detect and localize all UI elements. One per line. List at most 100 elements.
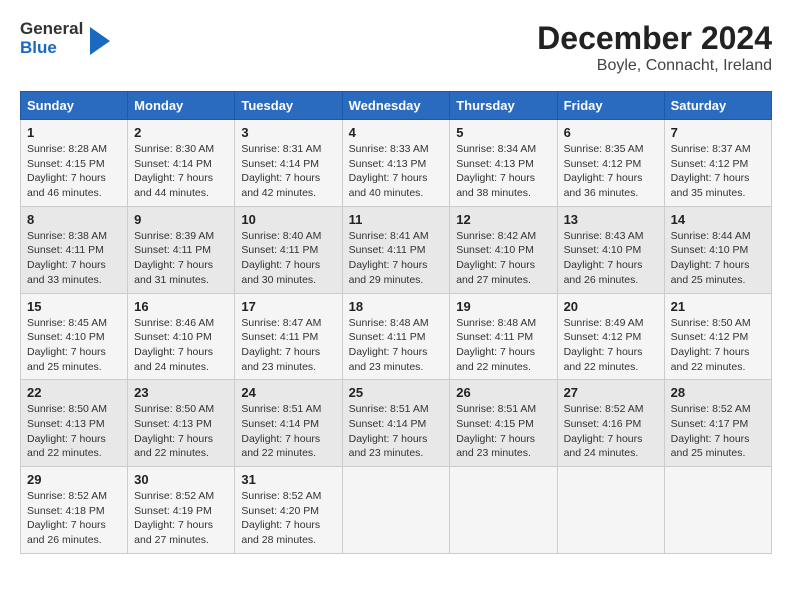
calendar-cell: 17 Sunrise: 8:47 AM Sunset: 4:11 PM Dayl… xyxy=(235,293,342,380)
day-number: 23 xyxy=(134,385,228,400)
day-number: 12 xyxy=(456,212,550,227)
day-number: 2 xyxy=(134,125,228,140)
daylight-minutes: and 26 minutes. xyxy=(564,274,639,286)
day-number: 16 xyxy=(134,299,228,314)
day-number: 13 xyxy=(564,212,658,227)
daylight-minutes: and 30 minutes. xyxy=(241,274,316,286)
logo-blue: Blue xyxy=(20,39,83,58)
sunset-time: Sunset: 4:11 PM xyxy=(241,331,318,343)
daylight-minutes: and 29 minutes. xyxy=(349,274,424,286)
day-number: 9 xyxy=(134,212,228,227)
day-number: 7 xyxy=(671,125,765,140)
calendar-cell: 22 Sunrise: 8:50 AM Sunset: 4:13 PM Dayl… xyxy=(21,380,128,467)
logo: General Blue xyxy=(20,20,110,57)
calendar-row: 29 Sunrise: 8:52 AM Sunset: 4:18 PM Dayl… xyxy=(21,467,772,554)
calendar-cell: 10 Sunrise: 8:40 AM Sunset: 4:11 PM Dayl… xyxy=(235,206,342,293)
day-number: 26 xyxy=(456,385,550,400)
sunset-time: Sunset: 4:11 PM xyxy=(27,244,104,256)
daylight-hours: Daylight: 7 hours xyxy=(349,259,428,271)
calendar-cell: 20 Sunrise: 8:49 AM Sunset: 4:12 PM Dayl… xyxy=(557,293,664,380)
day-number: 14 xyxy=(671,212,765,227)
daylight-minutes: and 35 minutes. xyxy=(671,187,746,199)
calendar-table: SundayMondayTuesdayWednesdayThursdayFrid… xyxy=(20,91,772,554)
sunrise-time: Sunrise: 8:52 AM xyxy=(564,403,644,415)
calendar-cell: 31 Sunrise: 8:52 AM Sunset: 4:20 PM Dayl… xyxy=(235,467,342,554)
calendar-header-row: SundayMondayTuesdayWednesdayThursdayFrid… xyxy=(21,92,772,120)
daylight-hours: Daylight: 7 hours xyxy=(27,519,106,531)
column-header-tuesday: Tuesday xyxy=(235,92,342,120)
sunrise-time: Sunrise: 8:47 AM xyxy=(241,317,321,329)
daylight-minutes: and 24 minutes. xyxy=(134,361,209,373)
page-title: December 2024 xyxy=(537,20,772,57)
daylight-minutes: and 23 minutes. xyxy=(349,361,424,373)
day-detail: Sunrise: 8:52 AM Sunset: 4:19 PM Dayligh… xyxy=(134,489,228,548)
daylight-minutes: and 25 minutes. xyxy=(27,361,102,373)
sunrise-time: Sunrise: 8:30 AM xyxy=(134,143,214,155)
sunrise-time: Sunrise: 8:43 AM xyxy=(564,230,644,242)
daylight-minutes: and 26 minutes. xyxy=(27,534,102,546)
day-detail: Sunrise: 8:49 AM Sunset: 4:12 PM Dayligh… xyxy=(564,316,658,375)
day-number: 5 xyxy=(456,125,550,140)
calendar-row: 22 Sunrise: 8:50 AM Sunset: 4:13 PM Dayl… xyxy=(21,380,772,467)
sunset-time: Sunset: 4:14 PM xyxy=(349,418,427,430)
daylight-hours: Daylight: 7 hours xyxy=(241,172,320,184)
sunset-time: Sunset: 4:10 PM xyxy=(671,244,749,256)
sunrise-time: Sunrise: 8:50 AM xyxy=(27,403,107,415)
sunrise-time: Sunrise: 8:33 AM xyxy=(349,143,429,155)
calendar-cell: 30 Sunrise: 8:52 AM Sunset: 4:19 PM Dayl… xyxy=(128,467,235,554)
day-detail: Sunrise: 8:51 AM Sunset: 4:14 PM Dayligh… xyxy=(241,402,335,461)
daylight-minutes: and 23 minutes. xyxy=(456,447,531,459)
calendar-cell: 1 Sunrise: 8:28 AM Sunset: 4:15 PM Dayli… xyxy=(21,120,128,207)
calendar-cell: 21 Sunrise: 8:50 AM Sunset: 4:12 PM Dayl… xyxy=(664,293,771,380)
daylight-hours: Daylight: 7 hours xyxy=(27,259,106,271)
calendar-cell: 14 Sunrise: 8:44 AM Sunset: 4:10 PM Dayl… xyxy=(664,206,771,293)
column-header-wednesday: Wednesday xyxy=(342,92,450,120)
daylight-hours: Daylight: 7 hours xyxy=(456,346,535,358)
sunset-time: Sunset: 4:13 PM xyxy=(134,418,212,430)
sunset-time: Sunset: 4:18 PM xyxy=(27,505,105,517)
sunrise-time: Sunrise: 8:49 AM xyxy=(564,317,644,329)
sunrise-time: Sunrise: 8:48 AM xyxy=(349,317,429,329)
daylight-minutes: and 25 minutes. xyxy=(671,447,746,459)
sunset-time: Sunset: 4:13 PM xyxy=(27,418,105,430)
sunrise-time: Sunrise: 8:51 AM xyxy=(349,403,429,415)
calendar-cell: 6 Sunrise: 8:35 AM Sunset: 4:12 PM Dayli… xyxy=(557,120,664,207)
day-detail: Sunrise: 8:28 AM Sunset: 4:15 PM Dayligh… xyxy=(27,142,121,201)
sunrise-time: Sunrise: 8:41 AM xyxy=(349,230,429,242)
sunset-time: Sunset: 4:14 PM xyxy=(241,158,319,170)
day-number: 22 xyxy=(27,385,121,400)
daylight-hours: Daylight: 7 hours xyxy=(27,433,106,445)
day-detail: Sunrise: 8:46 AM Sunset: 4:10 PM Dayligh… xyxy=(134,316,228,375)
calendar-cell: 29 Sunrise: 8:52 AM Sunset: 4:18 PM Dayl… xyxy=(21,467,128,554)
day-detail: Sunrise: 8:30 AM Sunset: 4:14 PM Dayligh… xyxy=(134,142,228,201)
sunrise-time: Sunrise: 8:42 AM xyxy=(456,230,536,242)
calendar-cell: 18 Sunrise: 8:48 AM Sunset: 4:11 PM Dayl… xyxy=(342,293,450,380)
sunrise-time: Sunrise: 8:52 AM xyxy=(27,490,107,502)
calendar-cell: 12 Sunrise: 8:42 AM Sunset: 4:10 PM Dayl… xyxy=(450,206,557,293)
daylight-hours: Daylight: 7 hours xyxy=(241,433,320,445)
sunrise-time: Sunrise: 8:37 AM xyxy=(671,143,751,155)
daylight-minutes: and 22 minutes. xyxy=(241,447,316,459)
calendar-cell: 25 Sunrise: 8:51 AM Sunset: 4:14 PM Dayl… xyxy=(342,380,450,467)
calendar-cell xyxy=(557,467,664,554)
sunrise-time: Sunrise: 8:51 AM xyxy=(456,403,536,415)
calendar-cell: 5 Sunrise: 8:34 AM Sunset: 4:13 PM Dayli… xyxy=(450,120,557,207)
sunrise-time: Sunrise: 8:50 AM xyxy=(671,317,751,329)
day-number: 30 xyxy=(134,472,228,487)
day-number: 25 xyxy=(349,385,444,400)
calendar-cell: 3 Sunrise: 8:31 AM Sunset: 4:14 PM Dayli… xyxy=(235,120,342,207)
daylight-minutes: and 22 minutes. xyxy=(27,447,102,459)
daylight-minutes: and 22 minutes. xyxy=(456,361,531,373)
daylight-hours: Daylight: 7 hours xyxy=(349,346,428,358)
day-detail: Sunrise: 8:43 AM Sunset: 4:10 PM Dayligh… xyxy=(564,229,658,288)
daylight-hours: Daylight: 7 hours xyxy=(564,172,643,184)
calendar-cell: 26 Sunrise: 8:51 AM Sunset: 4:15 PM Dayl… xyxy=(450,380,557,467)
daylight-hours: Daylight: 7 hours xyxy=(27,172,106,184)
sunset-time: Sunset: 4:10 PM xyxy=(27,331,105,343)
daylight-minutes: and 44 minutes. xyxy=(134,187,209,199)
daylight-minutes: and 40 minutes. xyxy=(349,187,424,199)
sunset-time: Sunset: 4:11 PM xyxy=(241,244,318,256)
title-block: December 2024 Boyle, Connacht, Ireland xyxy=(537,20,772,75)
daylight-hours: Daylight: 7 hours xyxy=(564,259,643,271)
daylight-hours: Daylight: 7 hours xyxy=(671,172,750,184)
